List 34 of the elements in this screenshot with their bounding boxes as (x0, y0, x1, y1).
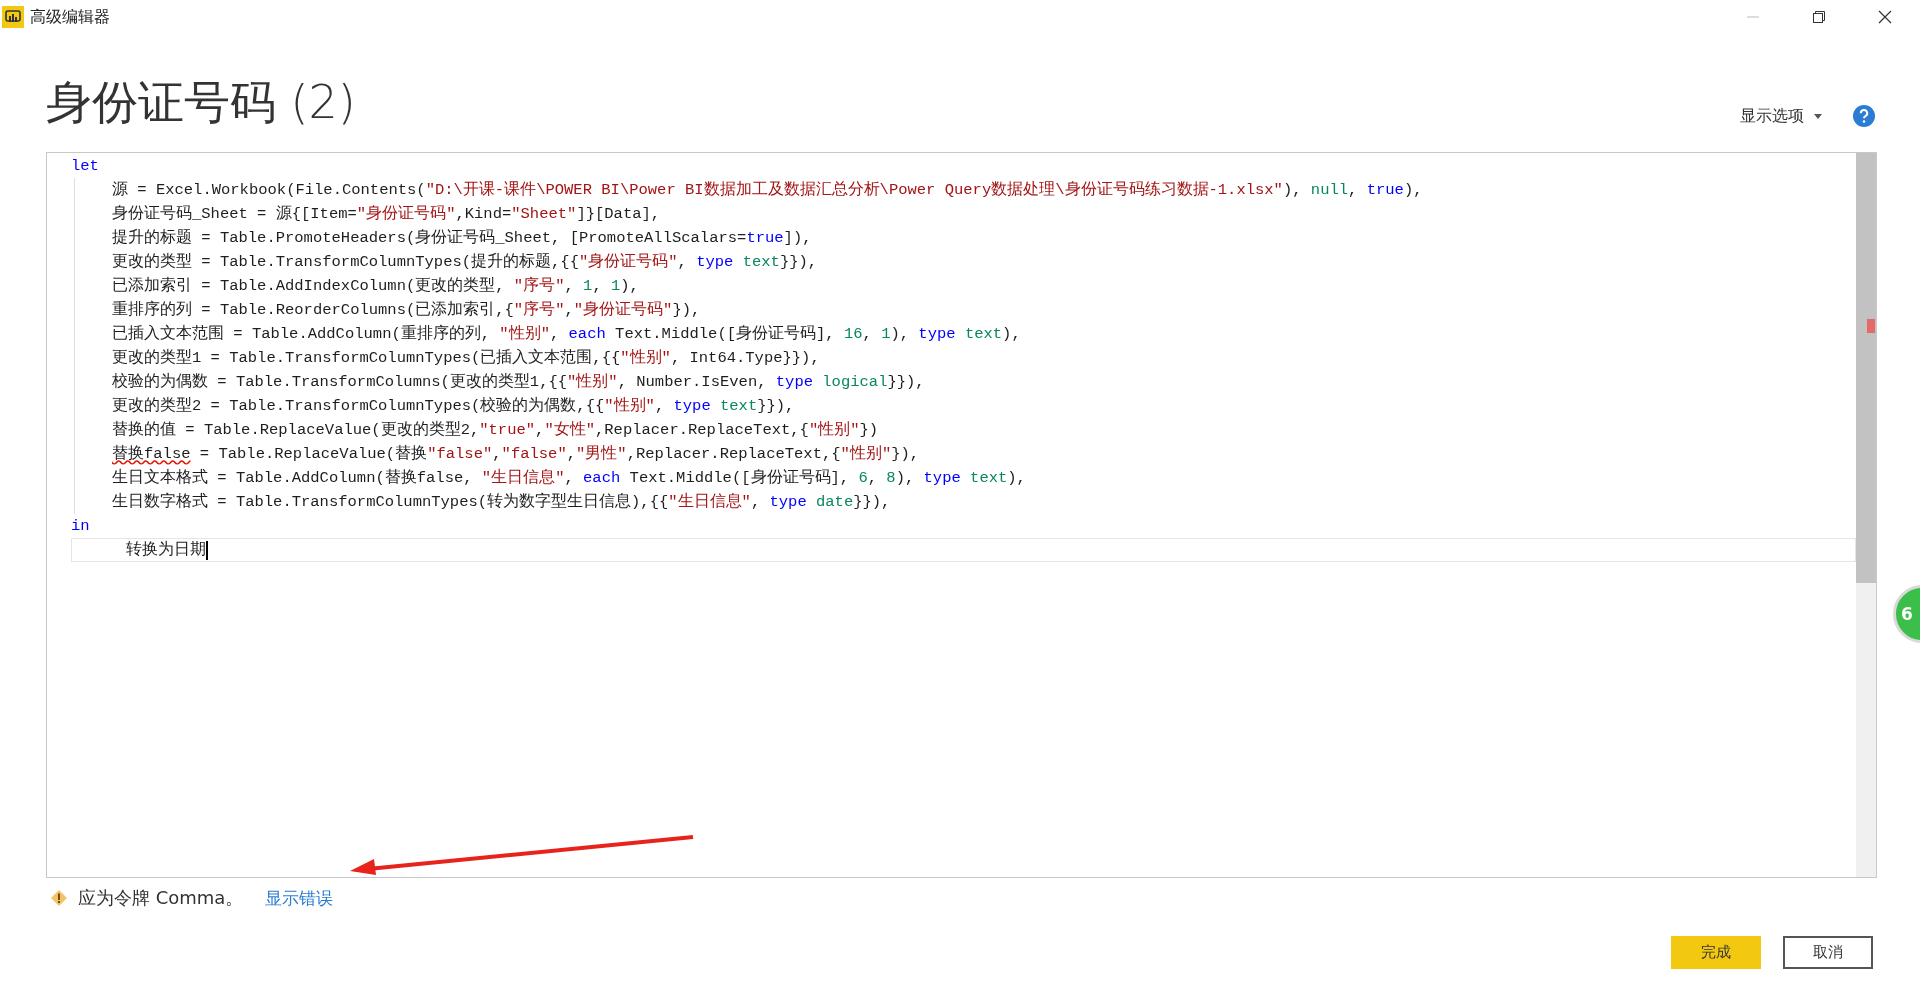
error-marker (1867, 319, 1875, 333)
code-line: let (71, 156, 99, 177)
code-line: 校验的为偶数 = Table.TransformColumns(更改的类型1,{{"性别", Number.IsEven, type logical}}), (112, 372, 925, 393)
restore-icon[interactable] (1812, 10, 1826, 24)
code-line: 生日数字格式 = Table.TransformColumnTypes(转为数字型生日信息),{{"生日信息", type date}}), (112, 491, 891, 513)
code-line: 更改的类型2 = Table.TransformColumnTypes(校验的为偶数,{{"性别", type text}}), (112, 396, 795, 417)
code-line: 身份证号码_Sheet = 源{[Item="身份证号码",Kind="Sheet"]}[Data], (112, 204, 661, 225)
warning-icon (50, 889, 68, 907)
done-button[interactable]: 完成 (1671, 936, 1761, 969)
code-line: 替换false = Table.ReplaceValue(替换"false","false","男性",Replacer.ReplaceText,{"性别"}), (112, 444, 920, 465)
help-icon[interactable] (1852, 104, 1876, 128)
error-message: 应为令牌 Comma。 (78, 886, 244, 910)
code-line: 已插入文本范围 = Table.AddColumn(重排序的列, "性别", each Text.Middle([身份证号码], 16, 1), type text), (112, 323, 1021, 345)
app-logo-icon (2, 6, 24, 28)
code-line: 更改的类型 = Table.TransformColumnTypes(提升的标题,{{"身份证号码", type text}}), (112, 252, 818, 273)
code-line: 转换为日期 (126, 540, 206, 561)
code-line: 更改的类型1 = Table.TransformColumnTypes(已插入文本范围,{{"性别", Int64.Type}}), (112, 347, 820, 369)
query-title: 身份证号码 (2) (46, 74, 356, 131)
code-line: 替换的值 = Table.ReplaceValue(更改的类型2,"true","女性",Replacer.ReplaceText,{"性别"}) (112, 420, 879, 441)
cancel-button[interactable]: 取消 (1783, 936, 1873, 969)
caret-icon (1814, 113, 1822, 119)
code-line: 生日文本格式 = Table.AddColumn(替换false, "生日信息", each Text.Middle([身份证号码], 6, 8), type text), (112, 467, 1026, 489)
code-editor[interactable] (46, 152, 1877, 878)
code-line: 已添加索引 = Table.AddIndexColumn(更改的类型, "序号", 1, 1), (112, 275, 639, 297)
code-line: 提升的标题 = Table.PromoteHeaders(身份证号码_Sheet, [PromoteAllScalars=true]), (112, 228, 812, 249)
display-options-dropdown[interactable]: 显示选项 (1740, 105, 1822, 127)
window-title: 高级编辑器 (30, 6, 110, 28)
close-icon[interactable] (1878, 10, 1892, 24)
scrollbar[interactable] (1856, 153, 1876, 877)
show-error-link[interactable]: 显示错误 (265, 886, 334, 910)
code-line: 源 = Excel.Workbook(File.Contents("D:\开课-课件\POWER BI\Power BI数据加工及数据汇总分析\Power Query数据处理\身份证号码练习数据-1.xlsx"), null, true), (112, 180, 1423, 201)
code-line: in (71, 516, 90, 537)
code-line: 重排序的列 = Table.ReorderColumns(已添加索引,{"序号","身份证号码"}), (112, 299, 701, 321)
text-cursor (206, 540, 208, 560)
